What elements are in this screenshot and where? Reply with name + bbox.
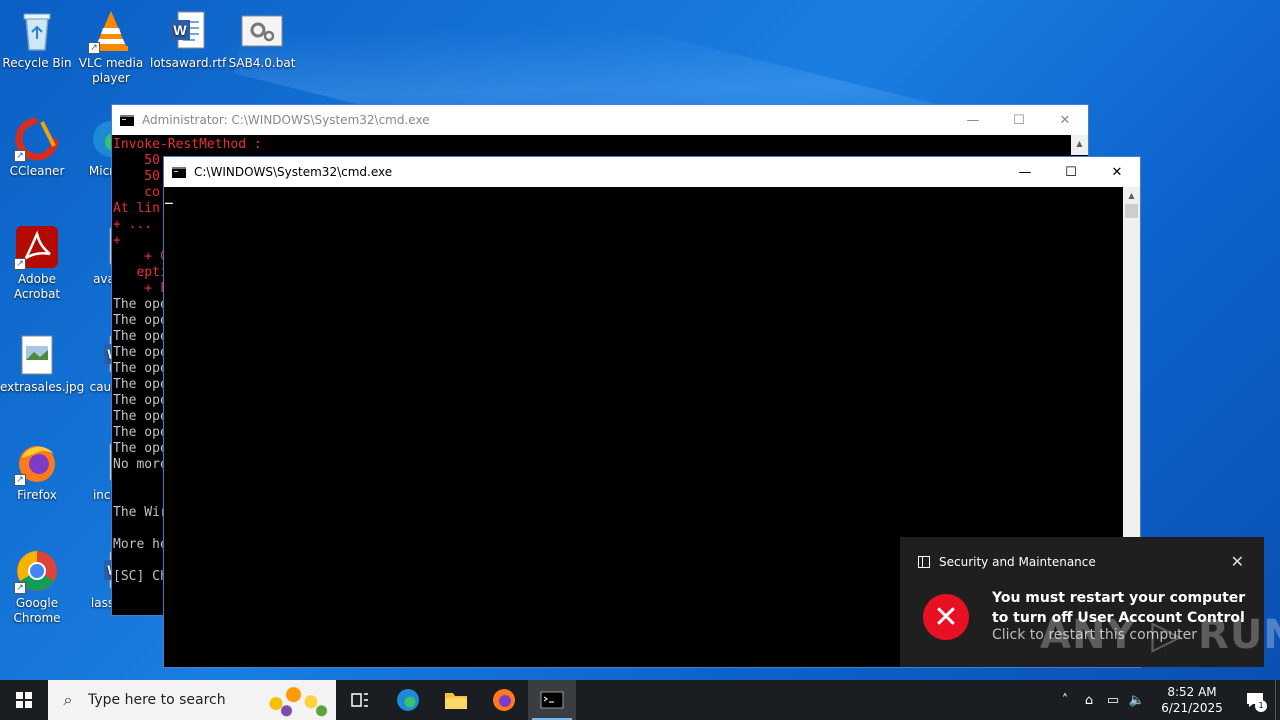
toast-app-name: Security and Maintenance [939,555,1096,569]
desktop-icon-ccleaner[interactable]: ↗ CCleaner [0,116,74,179]
windows-logo-icon [16,692,32,708]
cmd-icon [120,114,134,126]
desktop-icon-acrobat[interactable]: ↗ Adobe Acrobat [0,224,74,302]
edge-icon [397,689,419,711]
scroll-up-arrow-icon[interactable]: ▲ [1123,187,1140,204]
window-title: C:\WINDOWS\System32\cmd.exe [194,165,393,179]
admin-scrollbar[interactable]: ▲ [1071,135,1088,155]
word-document-icon: W [164,8,210,54]
desktop-icon-label: SAB4.0.bat [228,56,296,70]
action-center-button[interactable]: 1 [1235,680,1275,720]
volume-icon[interactable]: 🔈 [1125,693,1149,708]
cmd-icon [540,691,564,709]
ccleaner-icon: ↗ [14,116,60,162]
system-tray: ˄ ⌂ ▭ 🔈 8:52 AM 6/21/2025 1 [1053,680,1280,720]
scrollbar-thumb[interactable] [1125,204,1138,218]
taskbar-firefox-button[interactable] [480,680,528,720]
cmd-titlebar[interactable]: C:\WINDOWS\System32\cmd.exe — ☐ ✕ [164,157,1140,187]
text-cursor: _ [165,190,173,205]
desktop-icon-extrasales[interactable]: extrasales.jpg [0,332,85,395]
anyrun-watermark: ANY ▷ RUN [1040,612,1280,658]
chrome-icon: ↗ [14,548,60,594]
desktop-icon-label: Firefox [17,488,57,502]
acrobat-icon: ↗ [14,224,60,270]
start-button[interactable] [0,680,48,720]
desktop-icon-label: Adobe Acrobat [13,272,61,301]
maximize-button[interactable]: ☐ [1048,157,1094,187]
desktop-icon-label: VLC media player [78,56,144,85]
search-icon: ⌕ [63,690,73,709]
taskbar-edge-button[interactable] [384,680,432,720]
notification-count-badge: 1 [1255,700,1267,712]
show-desktop-button[interactable] [1275,680,1280,720]
desktop-icon-sab-bat[interactable]: SAB4.0.bat [225,8,299,71]
maximize-button[interactable]: ☐ [996,105,1042,135]
desktop-icon-label: extrasales.jpg [0,380,85,394]
cmd-icon [172,166,186,178]
desktop-icon-label: lotsaward.rtf [150,56,227,70]
minimize-button[interactable]: — [1002,157,1048,187]
desktop-icon-lotsaward[interactable]: W lotsaward.rtf [150,8,227,71]
image-file-icon [14,332,60,378]
task-view-icon [351,693,368,707]
shortcut-arrow-icon: ↗ [14,474,26,486]
shortcut-arrow-icon: ↗ [14,258,26,270]
desktop-icon-recycle-bin[interactable]: Recycle Bin [0,8,74,71]
desktop-icon-label: Recycle Bin [2,56,72,70]
device-icon[interactable]: ⌂ [1077,693,1101,708]
firefox-icon [493,689,515,711]
desktop-icon-vlc[interactable]: ↗ VLC media player [74,8,148,86]
folder-icon [445,693,467,709]
chevron-up-icon[interactable]: ˄ [1053,693,1077,708]
taskbar-search-box[interactable]: ⌕ Type here to search [48,680,336,720]
taskbar-file-explorer-button[interactable] [432,680,480,720]
shortcut-arrow-icon: ↗ [14,150,26,162]
scroll-up-arrow-icon[interactable]: ▲ [1071,135,1088,152]
clock-date: 6/21/2025 [1161,701,1223,715]
svg-text:W: W [173,22,187,38]
shortcut-arrow-icon: ↗ [88,42,100,54]
network-icon[interactable]: ▭ [1101,693,1125,708]
console-line: Invoke-RestMethod : [113,137,262,152]
admin-cmd-titlebar[interactable]: Administrator: C:\WINDOWS\System32\cmd.e… [112,105,1088,135]
shortcut-arrow-icon: ↗ [14,582,26,594]
taskbar: ⌕ Type here to search ˄ ⌂ ▭ 🔈 8:52 AM 6/… [0,680,1280,720]
search-placeholder: Type here to search [88,692,226,708]
task-view-button[interactable] [336,680,384,720]
search-highlight-image [262,682,332,718]
batch-file-icon [239,8,285,54]
toast-header: Security and Maintenance [918,555,1096,569]
desktop-icon-label: CCleaner [9,164,65,178]
clock-time: 8:52 AM [1167,685,1217,699]
desktop-icon-chrome[interactable]: ↗ Google Chrome [0,548,74,626]
recycle-bin-icon [14,8,60,54]
firefox-icon: ↗ [14,440,60,486]
security-maintenance-icon [918,556,930,568]
vlc-icon: ↗ [88,8,134,54]
toast-close-button[interactable]: ✕ [1231,552,1244,571]
minimize-button[interactable]: — [950,105,996,135]
close-button[interactable]: ✕ [1042,105,1088,135]
error-icon: ✕ [923,594,969,640]
close-button[interactable]: ✕ [1094,157,1140,187]
desktop-icon-label: Google Chrome [13,596,61,625]
window-title: Administrator: C:\WINDOWS\System32\cmd.e… [142,113,430,127]
desktop-icon-firefox[interactable]: ↗ Firefox [0,440,74,503]
clock[interactable]: 8:52 AM 6/21/2025 [1149,684,1235,716]
taskbar-cmd-button[interactable] [528,680,576,720]
